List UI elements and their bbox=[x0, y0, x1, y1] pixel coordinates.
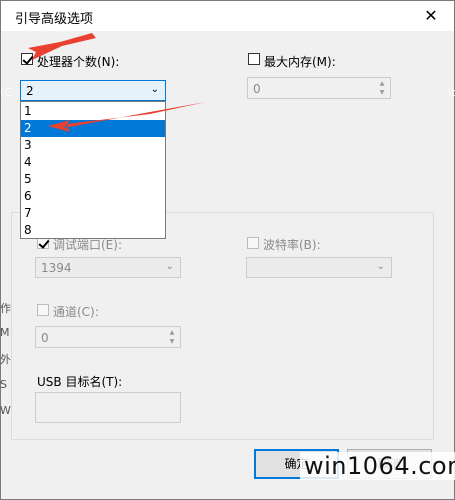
dropdown-option[interactable]: 8 bbox=[21, 222, 165, 239]
debug-port-value: 1394 bbox=[41, 261, 72, 275]
dropdown-option[interactable]: 1 bbox=[21, 103, 165, 120]
background-text-fragment: S bbox=[0, 378, 7, 391]
background-text-fragment: 外 bbox=[0, 353, 11, 366]
processor-count-dropdown-list: 1 2 3 4 5 6 7 8 bbox=[20, 101, 166, 239]
dialog-title: 引导高级选项 bbox=[15, 12, 94, 27]
max-memory-label: 最大内存(M): bbox=[264, 55, 336, 69]
background-text-fragment: 作 bbox=[0, 302, 11, 315]
watermark-text: win1064.com bbox=[300, 452, 455, 480]
spin-up-icon[interactable]: ▲ bbox=[165, 328, 179, 337]
dropdown-option[interactable]: 7 bbox=[21, 205, 165, 222]
boot-advanced-options-dialog: 引导高级选项 ✕ 处理器个数(N): 2 ⌄ 最大内存(M): 0 ▲ ▼ 调试… bbox=[0, 0, 455, 500]
baud-rate-select[interactable]: ⌄ bbox=[246, 257, 392, 278]
title-bar: 引导高级选项 ✕ bbox=[1, 1, 454, 31]
dropdown-option[interactable]: 3 bbox=[21, 137, 165, 154]
dropdown-option[interactable]: 4 bbox=[21, 154, 165, 171]
background-text-fragment: ib bbox=[448, 86, 455, 99]
processor-count-select[interactable]: 2 ⌄ bbox=[20, 80, 166, 101]
background-text-fragment: W bbox=[0, 404, 11, 417]
background-text-fragment: (C bbox=[0, 86, 12, 99]
channel-label: 通道(C): bbox=[53, 305, 99, 319]
chevron-down-icon: ⌄ bbox=[165, 261, 174, 272]
channel-checkbox[interactable] bbox=[37, 304, 49, 316]
close-icon[interactable]: ✕ bbox=[408, 1, 454, 31]
max-memory-value: 0 bbox=[253, 82, 261, 96]
processor-count-checkbox[interactable] bbox=[21, 53, 33, 65]
chevron-down-icon: ⌄ bbox=[376, 261, 385, 272]
usb-target-input[interactable] bbox=[35, 392, 181, 423]
spin-up-icon[interactable]: ▲ bbox=[375, 79, 389, 88]
dropdown-option-selected[interactable]: 2 bbox=[21, 120, 165, 137]
dropdown-option[interactable]: 6 bbox=[21, 188, 165, 205]
baud-rate-checkbox[interactable] bbox=[247, 237, 259, 249]
processor-count-value: 2 bbox=[26, 84, 34, 98]
dropdown-option[interactable]: 5 bbox=[21, 171, 165, 188]
spin-down-icon[interactable]: ▼ bbox=[375, 88, 389, 97]
spin-down-icon[interactable]: ▼ bbox=[165, 337, 179, 346]
usb-target-label: USB 目标名(T): bbox=[37, 375, 123, 389]
background-text-fragment: M bbox=[0, 326, 10, 339]
debug-port-select[interactable]: 1394 ⌄ bbox=[35, 257, 181, 278]
chevron-down-icon: ⌄ bbox=[150, 84, 159, 95]
max-memory-checkbox[interactable] bbox=[248, 53, 260, 65]
channel-value: 0 bbox=[41, 331, 49, 345]
baud-rate-label: 波特率(B): bbox=[263, 238, 321, 252]
processor-count-label: 处理器个数(N): bbox=[37, 55, 120, 69]
max-memory-stepper[interactable]: 0 ▲ ▼ bbox=[247, 77, 391, 99]
channel-stepper[interactable]: 0 ▲ ▼ bbox=[35, 326, 181, 348]
